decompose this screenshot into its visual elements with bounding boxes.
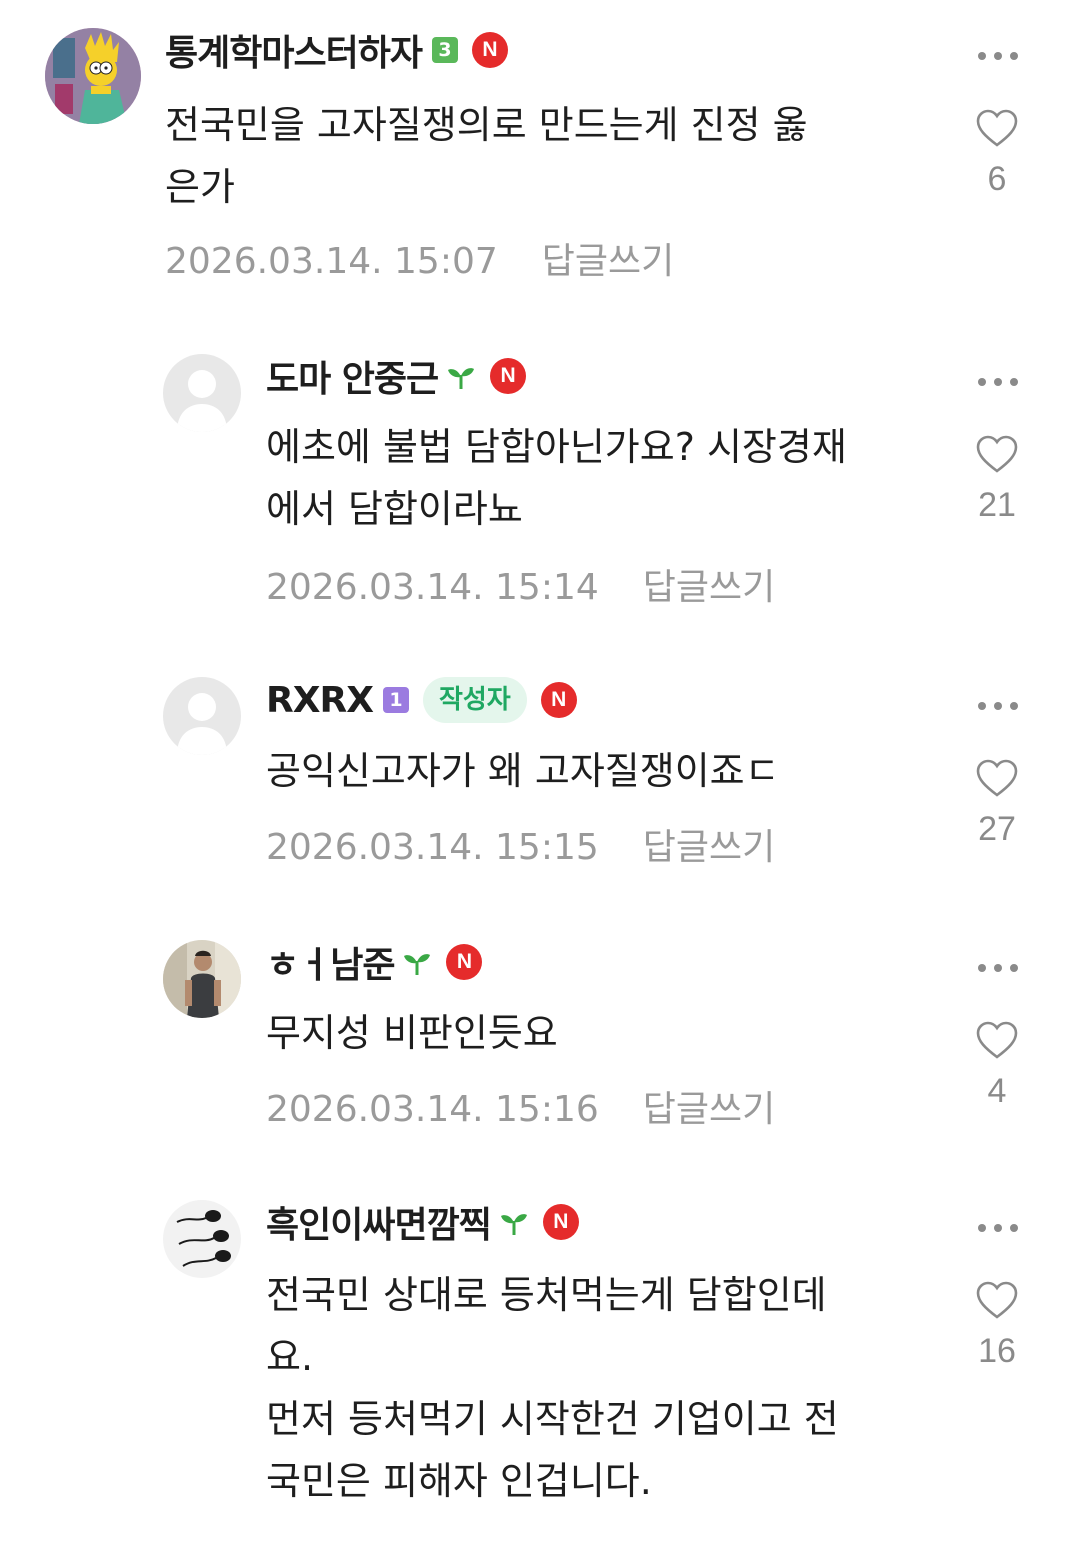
- nickname[interactable]: 통계학마스터하자: [165, 24, 423, 76]
- heart-icon: [976, 435, 1018, 473]
- cartoon-avatar-icon[interactable]: [45, 28, 141, 124]
- sprout-icon: [446, 361, 476, 391]
- sprout-icon: [402, 947, 432, 977]
- reply-comment-item: 흑인이싸면깜찍 N 전국민 상대로 등처먹는게 담합인데 요. 먼저 등처먹기 …: [0, 1176, 1080, 1545]
- timestamp: 2026.03.14. 15:16: [266, 1089, 599, 1130]
- comment-text: 에초에 불법 담합아닌가요? 시장경재 에서 담합이라뇨: [266, 425, 847, 531]
- n-badge-icon: N: [471, 32, 508, 68]
- comment-text: 공익신고자가 왜 고자질쟁이죠ㄷ: [266, 749, 780, 793]
- like-button[interactable]: 21: [970, 434, 1024, 525]
- like-count: 16: [978, 1332, 1016, 1370]
- nickname[interactable]: 흑인이싸면깜찍: [266, 1196, 492, 1248]
- comment-meta: 2026.03.14. 15:15 답글쓰기: [266, 818, 775, 870]
- comment-header: RXRX 1 작성자 N: [266, 676, 577, 724]
- reply-button[interactable]: 답글쓰기: [643, 567, 775, 608]
- like-button[interactable]: 16: [970, 1280, 1024, 1371]
- like-button[interactable]: 27: [970, 758, 1024, 849]
- default-avatar-icon[interactable]: [163, 677, 241, 755]
- author-badge: 작성자: [422, 677, 527, 723]
- comment-meta: 2026.03.14. 15:16 답글쓰기: [266, 1080, 775, 1132]
- more-options-icon[interactable]: [978, 1222, 1018, 1234]
- comment-text: 전국민 상대로 등처먹는게 담합인데 요. 먼저 등처먹기 시작한건 기업이고 …: [266, 1273, 839, 1503]
- like-button[interactable]: 6: [970, 108, 1024, 199]
- like-count: 21: [978, 486, 1016, 524]
- heart-icon: [976, 1281, 1018, 1319]
- level-badge: 1: [382, 687, 409, 713]
- comment-item: 통계학마스터하자 3 N 전국민을 고자질쟁의로 만드는게 진정 옳 은가 20…: [0, 0, 1080, 300]
- comment-meta: 2026.03.14. 15:07 답글쓰기: [165, 232, 674, 284]
- comment-header: 통계학마스터하자 3 N: [165, 26, 508, 74]
- n-badge-icon: N: [540, 682, 577, 718]
- more-options-icon[interactable]: [978, 50, 1018, 62]
- timestamp: 2026.03.14. 15:15: [266, 827, 599, 868]
- like-count: 6: [987, 160, 1007, 198]
- timestamp: 2026.03.14. 15:14: [266, 567, 599, 608]
- comment-header: 흑인이싸면깜찍 N: [266, 1198, 579, 1246]
- level-badge: 3: [431, 37, 458, 63]
- reply-comment-item: ㅎㅓ남준 N 무지성 비판인듯요 2026.03.14. 15:16 답글쓰기 4: [0, 916, 1080, 1156]
- sprout-icon: [499, 1207, 529, 1237]
- timestamp: 2026.03.14. 15:07: [165, 241, 498, 282]
- more-options-icon[interactable]: [978, 700, 1018, 712]
- heart-icon: [976, 109, 1018, 147]
- more-options-icon[interactable]: [978, 376, 1018, 388]
- comment-text: 무지성 비판인듯요: [266, 1011, 558, 1055]
- reply-button[interactable]: 답글쓰기: [643, 827, 775, 868]
- reply-comment-item: 도마 안중근 N 에초에 불법 담합아닌가요? 시장경재 에서 담합이라뇨 20…: [0, 330, 1080, 630]
- n-badge-icon: N: [490, 358, 527, 394]
- reply-button[interactable]: 답글쓰기: [542, 241, 674, 282]
- nickname[interactable]: RXRX: [266, 680, 374, 721]
- nickname[interactable]: ㅎㅓ남준: [266, 936, 395, 988]
- reply-comment-item: RXRX 1 작성자 N 공익신고자가 왜 고자질쟁이죠ㄷ 2026.03.14…: [0, 654, 1080, 894]
- comment-header: 도마 안중근 N: [266, 350, 527, 402]
- more-options-icon[interactable]: [978, 962, 1018, 974]
- n-badge-icon: N: [542, 1204, 579, 1240]
- n-badge-icon: N: [446, 944, 483, 980]
- default-avatar-icon[interactable]: [163, 354, 241, 432]
- sperm-avatar-icon[interactable]: [163, 1200, 241, 1278]
- comment-header: ㅎㅓ남준 N: [266, 936, 483, 988]
- photo-avatar-icon[interactable]: [163, 940, 241, 1018]
- heart-icon: [976, 1021, 1018, 1059]
- comment-text: 전국민을 고자질쟁의로 만드는게 진정 옳 은가: [165, 103, 808, 209]
- comment-meta: 2026.03.14. 15:14 답글쓰기: [266, 558, 775, 610]
- like-count: 4: [987, 1072, 1007, 1110]
- like-count: 27: [978, 810, 1016, 848]
- like-button[interactable]: 4: [970, 1020, 1024, 1111]
- heart-icon: [976, 759, 1018, 797]
- nickname[interactable]: 도마 안중근: [266, 350, 439, 402]
- reply-button[interactable]: 답글쓰기: [643, 1089, 775, 1130]
